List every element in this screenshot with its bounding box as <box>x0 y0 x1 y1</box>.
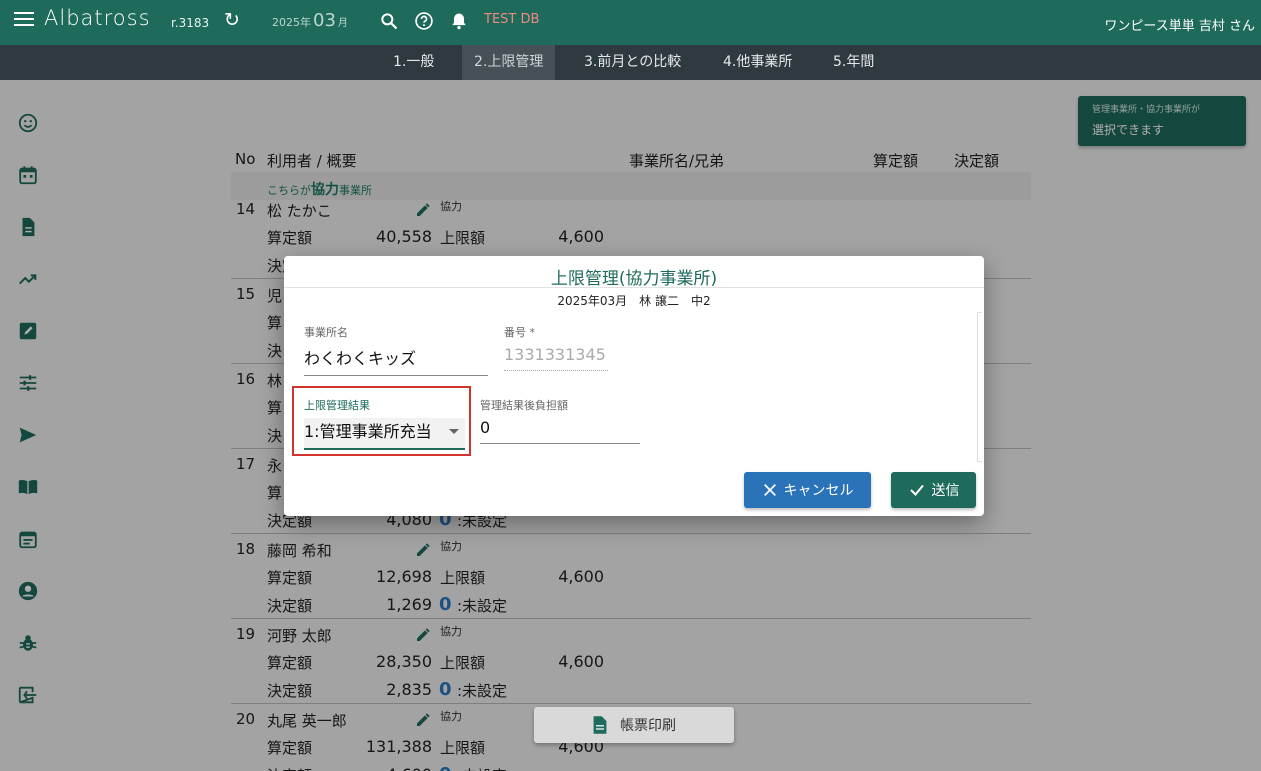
after-burden-field[interactable]: 管理結果後負担額 0 <box>480 397 640 444</box>
cancel-button[interactable]: キャンセル <box>744 472 871 508</box>
cap-result-label: 上限管理結果 <box>304 399 370 412</box>
send-button-label: 送信 <box>931 483 960 499</box>
tab-prev-month-compare[interactable]: 3.前月との比較 <box>572 45 693 80</box>
after-burden-value[interactable]: 0 <box>480 418 640 444</box>
dialog-scrollbar[interactable] <box>977 312 982 462</box>
period-selector[interactable]: 2025年 03 月 <box>272 10 348 31</box>
dialog-divider <box>284 287 984 288</box>
app-brand: Albatross <box>44 6 151 30</box>
dialog-subtitle: 2025年03月 林 譲二 中2 <box>557 294 711 308</box>
db-label: TEST DB <box>484 12 540 27</box>
tab-annual[interactable]: 5.年間 <box>821 45 886 80</box>
office-number-value: 1331331345 <box>504 345 608 371</box>
user-name[interactable]: ワンピース単単 吉村 さん <box>1104 15 1255 34</box>
dropdown-caret-icon[interactable] <box>449 429 459 434</box>
cap-management-dialog: 上限管理(協力事業所) 2025年03月 林 譲二 中2 事業所名 わくわくキッ… <box>284 256 984 516</box>
close-icon <box>763 484 776 496</box>
notification-bell-icon[interactable] <box>449 11 469 31</box>
search-icon[interactable] <box>379 11 399 31</box>
office-number-label: 番号 * <box>504 326 535 339</box>
tab-other-offices[interactable]: 4.他事業所 <box>711 45 804 80</box>
app-revision: r.3183 <box>171 16 210 30</box>
print-report-label: 帳票印刷 <box>620 718 676 734</box>
check-icon <box>909 484 924 497</box>
period-month: 03 <box>313 10 336 31</box>
reload-icon[interactable]: ↻ <box>224 9 240 31</box>
cancel-button-label: キャンセル <box>783 483 854 499</box>
office-name-label: 事業所名 <box>304 326 348 339</box>
office-name-field[interactable]: 事業所名 わくわくキッズ <box>304 324 488 376</box>
period-year: 2025年 <box>272 16 311 29</box>
cap-result-select[interactable]: 上限管理結果 1:管理事業所充当 <box>304 397 465 450</box>
tab-cap-management[interactable]: 2.上限管理 <box>462 45 556 80</box>
menu-icon[interactable] <box>14 12 34 28</box>
office-name-value[interactable]: わくわくキッズ <box>304 345 488 376</box>
period-unit: 月 <box>337 18 348 29</box>
dialog-title: 上限管理(協力事業所) <box>550 269 718 289</box>
report-document-icon <box>593 716 607 734</box>
cap-result-value: 1:管理事業所充当 <box>304 422 432 441</box>
tab-bar: 1.一般 2.上限管理 3.前月との比較 4.他事業所 5.年間 <box>0 45 1261 80</box>
app-bar: Albatross r.3183 ↻ 2025年 03 月 TEST DB ワン… <box>0 0 1261 45</box>
office-number-field: 番号 * 1331331345 <box>504 324 608 371</box>
send-button[interactable]: 送信 <box>891 472 976 508</box>
help-icon[interactable] <box>414 11 434 31</box>
after-burden-label: 管理結果後負担額 <box>480 399 568 412</box>
print-report-button[interactable]: 帳票印刷 <box>534 707 734 743</box>
tab-general[interactable]: 1.一般 <box>381 45 446 80</box>
